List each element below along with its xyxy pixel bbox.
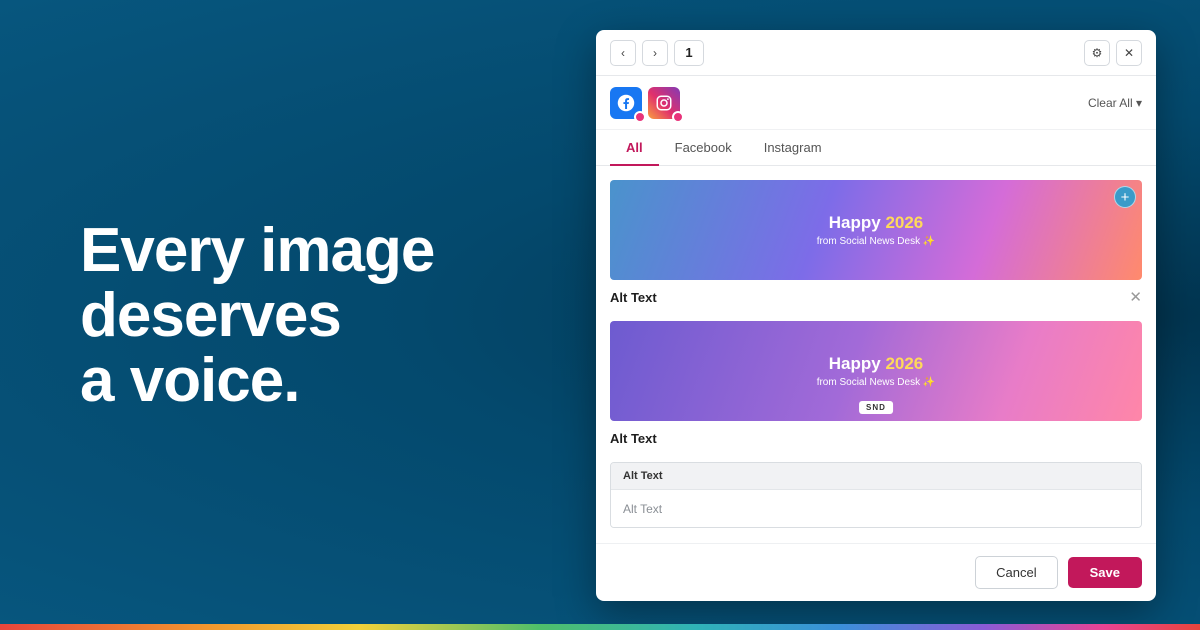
modal-footer: Cancel Save bbox=[596, 543, 1156, 601]
network-tabs: All Facebook Instagram bbox=[596, 130, 1156, 166]
image-year: 2026 bbox=[885, 354, 924, 373]
next-button[interactable]: › bbox=[642, 39, 668, 66]
close-button[interactable]: ✕ bbox=[1116, 39, 1142, 66]
tab-facebook[interactable]: Facebook bbox=[659, 130, 748, 165]
network-selector: Clear All ▾ bbox=[596, 76, 1156, 130]
headline-line-2: deserves bbox=[80, 281, 342, 350]
save-button[interactable]: Save bbox=[1067, 557, 1142, 588]
alt-text-editor: Alt Text bbox=[610, 462, 1142, 528]
headline-line-1: Every image bbox=[80, 216, 435, 285]
tab-all[interactable]: All bbox=[610, 130, 659, 166]
prev-button[interactable]: ‹ bbox=[610, 39, 636, 66]
alt-text-modal: ‹ › 1 ⚙ ✕ Clear All ▾ All Facebook Insta… bbox=[596, 30, 1156, 601]
selected-indicator bbox=[634, 110, 646, 123]
cancel-button[interactable]: Cancel bbox=[975, 556, 1058, 589]
alt-text-row-1: Alt Text ✕ bbox=[610, 288, 1142, 306]
tab-instagram[interactable]: Instagram bbox=[748, 130, 838, 165]
snd-badge: SND bbox=[859, 401, 893, 414]
modal-toolbar: ‹ › 1 ⚙ ✕ bbox=[596, 30, 1156, 76]
image-year: 2026 bbox=[885, 213, 924, 232]
image-list: Happy 2026 from Social News Desk ✨ + Alt… bbox=[596, 166, 1156, 528]
image-title-text: Happy bbox=[828, 213, 881, 232]
settings-button[interactable]: ⚙ bbox=[1084, 39, 1110, 66]
clear-all-button[interactable]: Clear All ▾ bbox=[1088, 96, 1142, 110]
image-title: Happy 2026 bbox=[829, 213, 924, 233]
close-icon[interactable]: ✕ bbox=[1129, 288, 1142, 306]
image-subtitle: from Social News Desk ✨ bbox=[816, 236, 936, 247]
close-icon: ✕ bbox=[1123, 45, 1135, 60]
gear-icon: ⚙ bbox=[1091, 45, 1103, 60]
image-title: Happy 2026 bbox=[829, 354, 924, 374]
selected-indicator bbox=[672, 110, 684, 123]
image-preview-2[interactable]: Happy 2026 from Social News Desk ✨ SND bbox=[610, 321, 1142, 421]
image-preview-1[interactable]: Happy 2026 from Social News Desk ✨ + bbox=[610, 180, 1142, 280]
headline-line-3: a voice. bbox=[80, 346, 300, 415]
alt-text-label: Alt Text bbox=[610, 289, 657, 305]
alt-text-input[interactable] bbox=[611, 490, 1141, 527]
alt-text-label: Alt Text bbox=[610, 430, 657, 446]
instagram-account[interactable] bbox=[648, 86, 684, 123]
add-button[interactable]: + bbox=[1114, 186, 1136, 208]
instagram-icon bbox=[656, 95, 672, 110]
alt-text-row-2: Alt Text bbox=[610, 430, 1142, 446]
facebook-account[interactable] bbox=[610, 86, 646, 123]
page-number[interactable]: 1 bbox=[674, 39, 704, 66]
alt-text-editor-header: Alt Text bbox=[611, 463, 1141, 490]
rainbow-bar bbox=[0, 624, 1200, 630]
image-subtitle: from Social News Desk ✨ bbox=[816, 377, 936, 388]
headline: Every image deserves a voice. bbox=[80, 216, 435, 415]
image-title-text: Happy bbox=[828, 354, 881, 373]
facebook-icon bbox=[617, 94, 635, 111]
